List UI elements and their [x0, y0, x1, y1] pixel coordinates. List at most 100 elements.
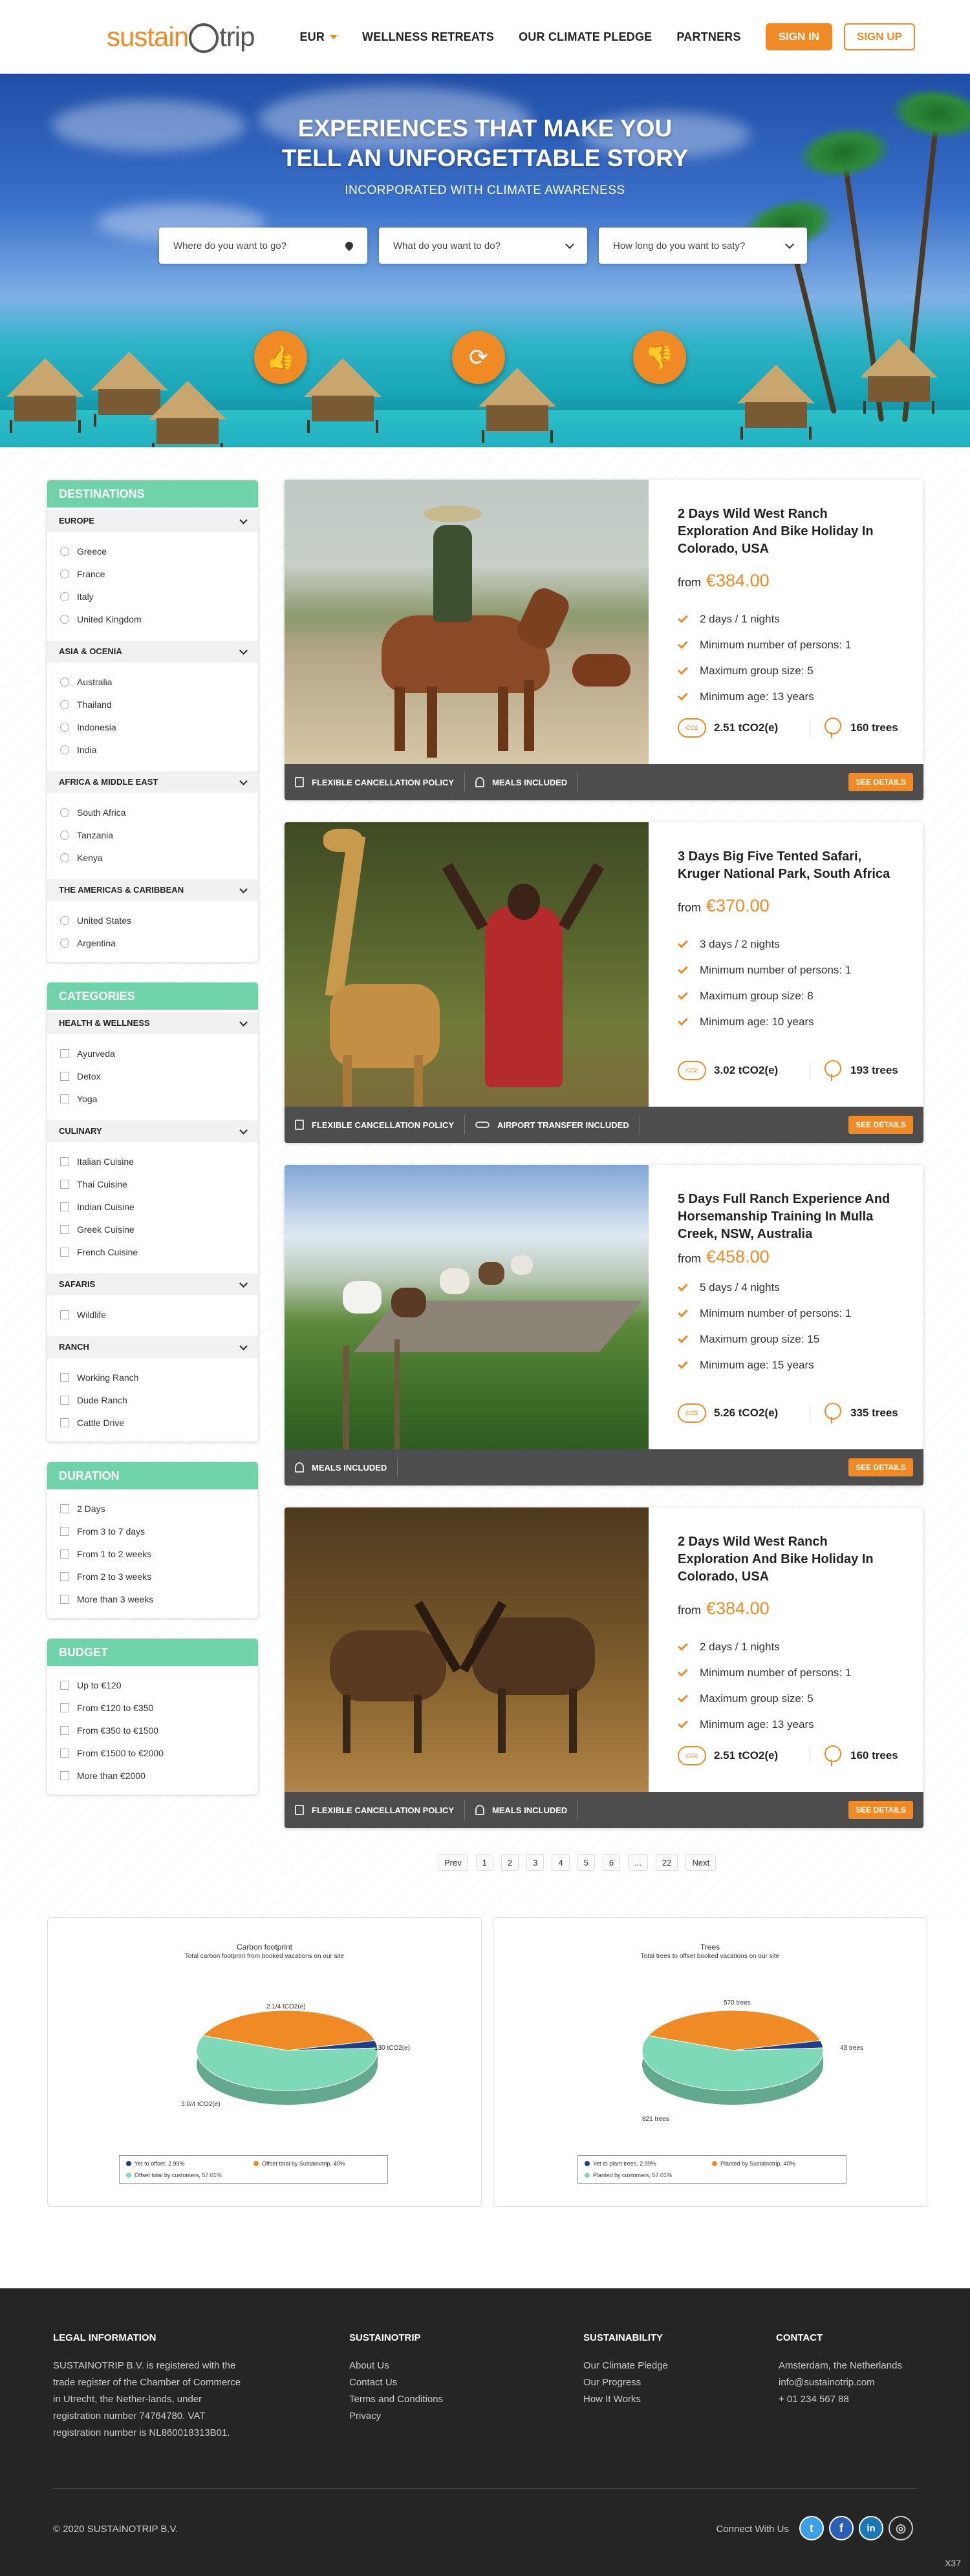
legend-item[interactable]: Planted by customers, 57.01% [585, 2171, 712, 2180]
radio-india[interactable]: India [47, 738, 258, 761]
duration-select[interactable]: How long do you want to saty? [599, 228, 807, 264]
sign-up-button[interactable]: SIGN UP [843, 23, 915, 50]
nav-partners[interactable]: PARTNERS [676, 30, 740, 44]
page-3[interactable]: 3 [526, 1854, 544, 1871]
radio-indonesia[interactable]: Indonesia [47, 716, 258, 738]
radio-greece[interactable]: Greece [47, 540, 258, 562]
legend-item[interactable]: Yet to plant trees, 2.99% [585, 2159, 712, 2168]
checkbox-greek-cuisine[interactable]: Greek Cuisine [47, 1218, 258, 1240]
tour-photo-giraffe-masai[interactable] [285, 822, 649, 1107]
page-6[interactable]: 6 [602, 1854, 621, 1871]
checkbox-3-to-7-days[interactable]: From 3 to 7 days [47, 1520, 258, 1542]
page-prev[interactable]: Prev [438, 1854, 468, 1871]
currency-selector[interactable]: EUR [299, 30, 338, 44]
checkbox-cattle-drive[interactable]: Cattle Drive [47, 1411, 258, 1434]
radio-australia[interactable]: Australia [47, 670, 258, 693]
checkbox-350-to-1500[interactable]: From €350 to €1500 [47, 1719, 258, 1741]
tour-photo-horse-riders[interactable] [285, 1165, 649, 1449]
radio-argentina[interactable]: Argentina [47, 931, 258, 954]
radio-thailand[interactable]: Thailand [47, 693, 258, 716]
activity-select[interactable]: What do you want to do? [379, 228, 587, 264]
radio-italy[interactable]: Italy [47, 585, 258, 608]
radio-united-states[interactable]: United States [47, 909, 258, 931]
tour-photo-antelopes[interactable] [285, 1507, 649, 1792]
radio-united-kingdom[interactable]: United Kingdom [47, 608, 258, 630]
page-22[interactable]: 22 [655, 1854, 678, 1871]
checkbox-working-ranch[interactable]: Working Ranch [47, 1366, 258, 1389]
footer-link-privacy[interactable]: Privacy [349, 2408, 443, 2425]
group-africa-middle-east[interactable]: AFRICA & MIDDLE EAST [47, 771, 258, 793]
checkbox-2-days[interactable]: 2 Days [47, 1497, 258, 1520]
tour-photo-cowboy-horse[interactable] [285, 480, 649, 764]
footer-sustainotrip: SUSTAINOTRIP About Us Contact Us Terms a… [349, 2332, 443, 2425]
nav-climate-pledge[interactable]: OUR CLIMATE PLEDGE [519, 30, 652, 44]
group-europe[interactable]: EUROPE [47, 510, 258, 532]
legend-item[interactable]: Offset total by customers, 57.01% [126, 2171, 253, 2180]
tour-card[interactable]: 2 Days Wild West Ranch Exploration And B… [285, 1507, 923, 1828]
facebook-icon[interactable]: f [829, 2516, 854, 2540]
group-americas-caribbean[interactable]: THE AMERICAS & CARIBBEAN [47, 879, 258, 901]
site-logo[interactable]: sustain trip [107, 11, 255, 63]
checkbox-detox[interactable]: Detox [47, 1065, 258, 1087]
radio-kenya[interactable]: Kenya [47, 846, 258, 869]
tour-title[interactable]: 2 Days Wild West Ranch Exploration And B… [678, 506, 901, 558]
contact-email[interactable]: info@sustainotrip.com [776, 2374, 902, 2391]
group-safaris[interactable]: SAFARIS [47, 1273, 258, 1295]
checkbox-2-to-3-weeks[interactable]: From 2 to 3 weeks [47, 1565, 258, 1588]
radio-south-africa[interactable]: South Africa [47, 801, 258, 824]
see-details-button[interactable]: SEE DETAILS [848, 773, 913, 791]
footer-link-about[interactable]: About Us [349, 2358, 443, 2374]
checkbox-yoga[interactable]: Yoga [47, 1087, 258, 1110]
legend-item[interactable]: Yet to offset, 2.99% [126, 2159, 253, 2168]
nav-wellness-retreats[interactable]: WELLNESS RETREATS [362, 30, 494, 44]
footer-link-contact[interactable]: Contact Us [349, 2374, 443, 2391]
legend-item[interactable]: Planted by Sustainotrip, 40% [712, 2159, 839, 2168]
checkbox-italian-cuisine[interactable]: Italian Cuisine [47, 1150, 258, 1173]
checkbox-more-than-2000[interactable]: More than €2000 [47, 1764, 258, 1787]
destination-search-input[interactable]: Where do you want to go? [159, 228, 367, 264]
checkbox-indian-cuisine[interactable]: Indian Cuisine [47, 1195, 258, 1218]
legend-item[interactable]: Offset total by Sustainotrip, 40% [253, 2159, 381, 2168]
checkbox-french-cuisine[interactable]: French Cuisine [47, 1240, 258, 1263]
footer-link-progress[interactable]: Our Progress [583, 2374, 668, 2391]
tour-title[interactable]: 5 Days Full Ranch Experience And Horsema… [678, 1191, 901, 1243]
group-ranch[interactable]: RANCH [47, 1336, 258, 1358]
radio-tanzania[interactable]: Tanzania [47, 824, 258, 846]
checkbox-up-to-120[interactable]: Up to €120 [47, 1674, 258, 1696]
chevron-down-icon [239, 1279, 248, 1288]
checkbox-1500-to-2000[interactable]: From €1500 to €2000 [47, 1741, 258, 1764]
tour-features: 2 days / 1 nights Minimum number of pers… [678, 1634, 901, 1738]
footer-link-pledge[interactable]: Our Climate Pledge [583, 2358, 668, 2374]
footer-link-how-it-works[interactable]: How It Works [583, 2391, 668, 2408]
radio-france[interactable]: France [47, 562, 258, 585]
instagram-icon[interactable]: ◎ [889, 2516, 913, 2540]
page-next[interactable]: Next [685, 1854, 717, 1871]
tour-title[interactable]: 2 Days Wild West Ranch Exploration And B… [678, 1533, 901, 1586]
checkbox-ayurveda[interactable]: Ayurveda [47, 1042, 258, 1065]
tour-card[interactable]: 5 Days Full Ranch Experience And Horsema… [285, 1165, 923, 1485]
group-asia-oceania[interactable]: ASIA & OCENIA [47, 641, 258, 663]
page-5[interactable]: 5 [577, 1854, 595, 1871]
page-1[interactable]: 1 [475, 1854, 493, 1871]
thumbs-up-icon: 👍 [254, 331, 307, 384]
sign-in-button[interactable]: SIGN IN [765, 23, 832, 50]
tour-card[interactable]: 3 Days Big Five Tented Safari, Kruger Na… [285, 822, 923, 1143]
checkbox-thai-cuisine[interactable]: Thai Cuisine [47, 1173, 258, 1195]
checkbox-dude-ranch[interactable]: Dude Ranch [47, 1389, 258, 1411]
tour-card[interactable]: 2 Days Wild West Ranch Exploration And B… [285, 480, 923, 800]
group-culinary[interactable]: CULINARY [47, 1120, 258, 1142]
tour-title[interactable]: 3 Days Big Five Tented Safari, Kruger Na… [678, 848, 901, 883]
see-details-button[interactable]: SEE DETAILS [848, 1116, 913, 1134]
twitter-icon[interactable]: t [799, 2516, 824, 2540]
linkedin-icon[interactable]: in [859, 2516, 883, 2540]
checkbox-more-than-3-weeks[interactable]: More than 3 weeks [47, 1588, 258, 1610]
page-2[interactable]: 2 [501, 1854, 519, 1871]
checkbox-120-to-350[interactable]: From €120 to €350 [47, 1696, 258, 1719]
see-details-button[interactable]: SEE DETAILS [848, 1458, 913, 1476]
see-details-button[interactable]: SEE DETAILS [848, 1801, 913, 1819]
checkbox-1-to-2-weeks[interactable]: From 1 to 2 weeks [47, 1542, 258, 1565]
group-health-wellness[interactable]: HEALTH & WELLNESS [47, 1012, 258, 1034]
checkbox-wildlife[interactable]: Wildlife [47, 1303, 258, 1326]
footer-link-terms[interactable]: Terms and Conditions [349, 2391, 443, 2408]
page-4[interactable]: 4 [552, 1854, 570, 1871]
